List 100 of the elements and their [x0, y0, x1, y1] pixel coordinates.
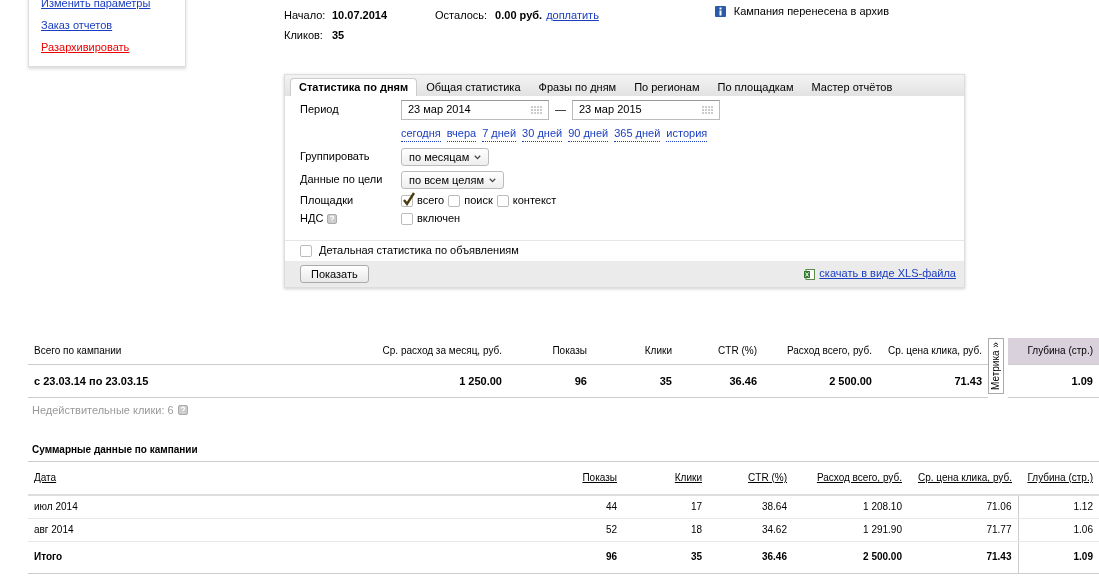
- archive-notice: Кампания перенесена в архив: [733, 5, 889, 19]
- value: 10.07.2014: [332, 8, 388, 23]
- label: Кликов:: [284, 29, 324, 43]
- date-range-link[interactable]: 90 дней: [568, 126, 609, 142]
- table-cell: 18: [623, 518, 708, 542]
- checkbox-label: поиск: [464, 194, 493, 209]
- table-cell: 71.43: [878, 364, 988, 397]
- checkbox[interactable]: [496, 195, 509, 208]
- sort-link[interactable]: Клики: [674, 472, 702, 483]
- column-header: Глубина (стр.): [1008, 338, 1099, 365]
- tab[interactable]: Общая статистика: [417, 78, 530, 97]
- calendar-icon[interactable]: [702, 105, 713, 115]
- field-label: Данные по цели: [300, 173, 384, 188]
- table-cell: 1 250.00: [358, 364, 508, 397]
- sidebar-link[interactable]: Разархивировать: [41, 40, 130, 55]
- label: Начало:: [284, 8, 326, 23]
- tab[interactable]: Фразы по дням: [529, 78, 626, 97]
- table-cell: 34.62: [708, 518, 793, 542]
- dropdown[interactable]: по месяцам: [401, 148, 490, 167]
- table-cell: 1.09: [1018, 541, 1099, 574]
- checkbox[interactable]: [448, 195, 461, 208]
- value: 35: [332, 29, 345, 43]
- table-cell: 17: [623, 495, 708, 519]
- checkbox-label: контекст: [512, 194, 557, 209]
- table-cell: 71.77: [908, 518, 1018, 542]
- column-header: Показы: [508, 338, 593, 365]
- caret-icon: [488, 177, 496, 183]
- sidebar-link[interactable]: Изменить параметры: [41, 0, 151, 11]
- date-range-link[interactable]: история: [666, 126, 708, 142]
- table-cell: 1.12: [1018, 495, 1099, 519]
- value: 0.00 руб.: [495, 8, 543, 23]
- table-cell: Итого: [28, 541, 538, 574]
- field-label: Группировать: [300, 150, 371, 165]
- field-label: НДС: [300, 212, 324, 227]
- checkbox-label: Детальная статистика по объявлениям: [319, 244, 519, 258]
- spreadsheet-icon[interactable]: [804, 268, 816, 280]
- sort-link[interactable]: Ср. цена клика, руб.: [917, 472, 1012, 483]
- tab[interactable]: Мастер отчётов: [802, 78, 902, 97]
- download-link[interactable]: скачать в виде XLS-файла: [819, 267, 956, 281]
- table-cell: июл 2014: [28, 495, 538, 519]
- table-cell: 36.46: [678, 364, 763, 397]
- table-cell: 96: [508, 364, 593, 397]
- sort-link[interactable]: Расход всего, руб.: [816, 472, 902, 483]
- date-field[interactable]: 23 мар 2014: [401, 100, 549, 121]
- column-header: Расход всего, руб.: [763, 338, 878, 365]
- sort-link[interactable]: Дата: [34, 472, 57, 483]
- table-cell: 52: [538, 518, 623, 542]
- help-icon[interactable]: [327, 214, 338, 225]
- table-cell: 1.06: [1018, 518, 1099, 542]
- table-cell: 38.64: [708, 495, 793, 519]
- table-cell: 44: [538, 495, 623, 519]
- table-cell: 2 500.00: [793, 541, 908, 574]
- section-title: Суммарные данные по кампании: [31, 444, 199, 458]
- column-header: Клики: [593, 338, 678, 365]
- column-header: Всего по кампании: [28, 338, 358, 365]
- date-range-link[interactable]: 7 дней: [482, 126, 517, 142]
- date-range-link[interactable]: 30 дней: [522, 126, 563, 142]
- show-button[interactable]: Показать: [300, 265, 369, 283]
- field-label: Площадки: [300, 194, 355, 209]
- table-cell: авг 2014: [28, 518, 538, 542]
- table-cell: 2 500.00: [763, 364, 878, 397]
- tab[interactable]: Статистика по дням: [290, 78, 418, 97]
- sort-link[interactable]: Показы: [582, 472, 617, 483]
- table-cell: 71.06: [908, 495, 1018, 519]
- dropdown[interactable]: по всем целям: [401, 171, 504, 190]
- table-cell: 96: [538, 541, 623, 574]
- table-cell: 1 291.90: [793, 518, 908, 542]
- table-cell: 1 208.10: [793, 495, 908, 519]
- column-header: Ср. цена клика, руб.: [878, 338, 988, 365]
- calendar-icon[interactable]: [531, 105, 542, 115]
- label: Осталось:: [435, 8, 488, 23]
- date-range-link[interactable]: вчера: [446, 126, 477, 142]
- caret-icon: [474, 154, 482, 160]
- column-header: CTR (%): [678, 338, 763, 365]
- table-cell: 71.43: [908, 541, 1018, 574]
- date-range-link[interactable]: сегодня: [401, 126, 441, 142]
- column-header: Ср. расход за месяц, руб.: [358, 338, 508, 365]
- table-cell: 35: [623, 541, 708, 574]
- table-cell: с 23.03.14 по 23.03.15: [28, 364, 358, 397]
- sort-link[interactable]: CTR (%): [748, 472, 787, 483]
- date-range-link[interactable]: 365 дней: [614, 126, 661, 142]
- sidebar-link[interactable]: Заказ отчетов: [41, 18, 113, 33]
- checkbox[interactable]: [300, 245, 312, 258]
- date-field[interactable]: 23 мар 2015: [572, 100, 720, 121]
- invalid-clicks-note: Недействительные клики: 6: [32, 403, 174, 418]
- table-cell: 35: [593, 364, 678, 397]
- table-cell: 36.46: [708, 541, 793, 574]
- field-label: Период: [300, 103, 340, 118]
- topup-link[interactable]: доплатить: [546, 8, 599, 23]
- checkbox-label: включен: [417, 212, 461, 227]
- tab[interactable]: По регионам: [625, 78, 709, 97]
- info-icon: [714, 6, 726, 18]
- metrika-tab[interactable]: Метрика »: [988, 338, 1004, 394]
- tab[interactable]: По площадкам: [708, 78, 803, 97]
- sort-link[interactable]: Глубина (стр.): [1027, 472, 1093, 483]
- checkbox-label: всего: [417, 194, 445, 209]
- dash-separator: —: [555, 103, 566, 118]
- help-icon[interactable]: [177, 405, 188, 416]
- checkbox[interactable]: [401, 213, 413, 226]
- checkbox[interactable]: [401, 195, 413, 208]
